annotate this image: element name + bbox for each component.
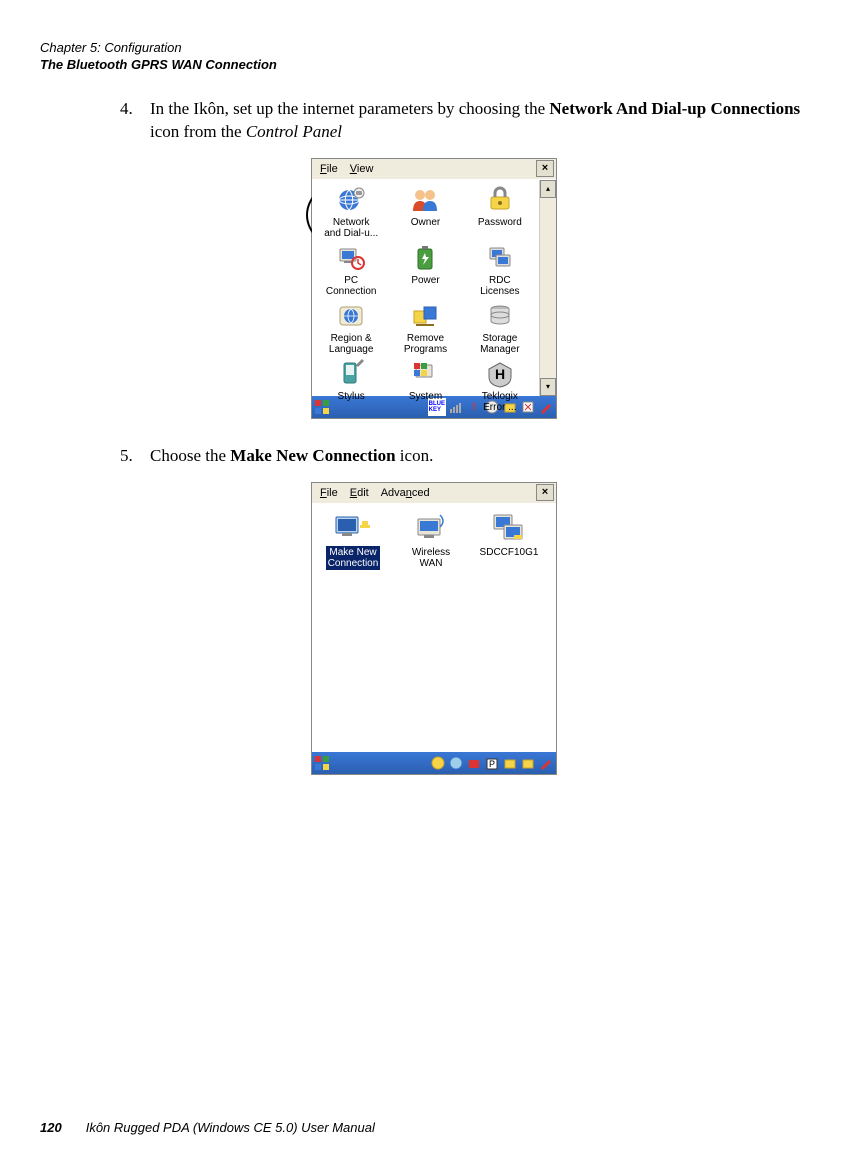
step-4: 4. In the Ikôn, set up the internet para… [120, 98, 818, 144]
item-label: Password [478, 217, 522, 228]
connections-window: File Edit Advanced × Make NewConnection … [311, 482, 557, 775]
item-label: RDCLicenses [480, 275, 519, 297]
item-make-new-connection[interactable]: Make NewConnection [318, 510, 388, 746]
item-label: System [409, 391, 442, 402]
item-label: Networkand Dial-u... [324, 217, 378, 239]
make-new-connection-icon [333, 510, 373, 544]
icon-grid: Networkand Dial-u... Owner Password [312, 180, 539, 396]
start-icon[interactable] [314, 755, 330, 771]
scroll-up-button[interactable]: ▴ [540, 180, 556, 198]
menu-file[interactable]: File [314, 161, 344, 177]
taskbar: P [312, 752, 556, 774]
item-system[interactable]: System [388, 358, 462, 416]
close-button[interactable]: × [536, 484, 554, 501]
item-sdccf10g1[interactable]: SDCCF10G1 [474, 510, 544, 746]
tray-icon-c[interactable] [466, 755, 482, 771]
item-label: Make NewConnection [326, 546, 381, 570]
pen-icon[interactable] [538, 399, 554, 415]
teklogix-icon: H [484, 358, 516, 390]
item-pc-connection[interactable]: PCConnection [314, 242, 388, 300]
menubar: File View × [312, 159, 556, 180]
item-label: SDCCF10G1 [478, 546, 541, 559]
storage-icon [484, 300, 516, 332]
owner-icon [409, 184, 441, 216]
tray-icon-f[interactable] [520, 755, 536, 771]
item-label: Owner [411, 217, 440, 228]
menubar: File Edit Advanced × [312, 483, 556, 504]
chapter-label: Chapter 5: Configuration [40, 40, 828, 57]
page-number: 120 [40, 1120, 62, 1135]
menu-view[interactable]: View [344, 161, 380, 177]
item-label: WirelessWAN [410, 546, 452, 570]
page-footer: 120 Ikôn Rugged PDA (Windows CE 5.0) Use… [40, 1120, 375, 1135]
rdc-icon [484, 242, 516, 274]
tray-icon-a[interactable] [430, 755, 446, 771]
screenshot-control-panel: File View × Networkand Dial-u... Owner [40, 158, 828, 419]
scroll-down-button[interactable]: ▾ [540, 378, 556, 396]
item-label: Stylus [338, 391, 365, 402]
item-label: RemovePrograms [404, 333, 447, 355]
wireless-wan-icon [411, 510, 451, 544]
item-stylus[interactable]: Stylus [314, 358, 388, 416]
globe-network-icon [335, 184, 367, 216]
step-5: 5. Choose the Make New Connection icon. [120, 445, 818, 468]
stylus-icon [335, 358, 367, 390]
step-4-number: 4. [120, 98, 150, 144]
connections-body: Make NewConnection WirelessWAN SDCCF10G1 [312, 504, 556, 752]
svg-text:P: P [489, 759, 495, 769]
remove-programs-icon [409, 300, 441, 332]
page-header: Chapter 5: Configuration The Bluetooth G… [40, 40, 828, 74]
item-network-dialup[interactable]: Networkand Dial-u... [314, 184, 388, 242]
item-label: TeklogixError ... [482, 391, 518, 413]
item-label: PCConnection [326, 275, 377, 297]
password-icon [484, 184, 516, 216]
tray-icon-d[interactable]: P [484, 755, 500, 771]
svg-text:H: H [495, 366, 505, 382]
item-label: Region &Language [329, 333, 374, 355]
tray-icon-b[interactable] [448, 755, 464, 771]
pen-icon[interactable] [538, 755, 554, 771]
item-teklogix-error[interactable]: H TeklogixError ... [463, 358, 537, 416]
item-label: StorageManager [480, 333, 519, 355]
item-wireless-wan[interactable]: WirelessWAN [396, 510, 466, 746]
item-storage-manager[interactable]: StorageManager [463, 300, 537, 358]
step-4-text: In the Ikôn, set up the internet paramet… [150, 98, 818, 144]
step-5-text: Choose the Make New Connection icon. [150, 445, 818, 468]
item-remove-programs[interactable]: RemovePrograms [388, 300, 462, 358]
power-icon [409, 242, 441, 274]
network-adapter-icon [489, 510, 529, 544]
item-rdc-licenses[interactable]: RDCLicenses [463, 242, 537, 300]
footer-title: Ikôn Rugged PDA (Windows CE 5.0) User Ma… [86, 1120, 375, 1135]
tray-icon-e[interactable] [502, 755, 518, 771]
region-icon [335, 300, 367, 332]
system-icon [409, 358, 441, 390]
control-panel-window: File View × Networkand Dial-u... Owner [311, 158, 557, 419]
pc-connection-icon [335, 242, 367, 274]
item-region-language[interactable]: Region &Language [314, 300, 388, 358]
item-label: Power [411, 275, 439, 286]
section-label: The Bluetooth GPRS WAN Connection [40, 57, 828, 74]
item-owner[interactable]: Owner [388, 184, 462, 242]
screenshot-connections: File Edit Advanced × Make NewConnection … [40, 482, 828, 775]
step-5-number: 5. [120, 445, 150, 468]
close-button[interactable]: × [536, 160, 554, 177]
menu-advanced[interactable]: Advanced [375, 485, 436, 501]
control-panel-body: Networkand Dial-u... Owner Password [312, 180, 556, 396]
item-password[interactable]: Password [463, 184, 537, 242]
menu-file[interactable]: File [314, 485, 344, 501]
menu-edit[interactable]: Edit [344, 485, 375, 501]
scrollbar[interactable]: ▴ ▾ [539, 180, 556, 396]
item-power[interactable]: Power [388, 242, 462, 300]
